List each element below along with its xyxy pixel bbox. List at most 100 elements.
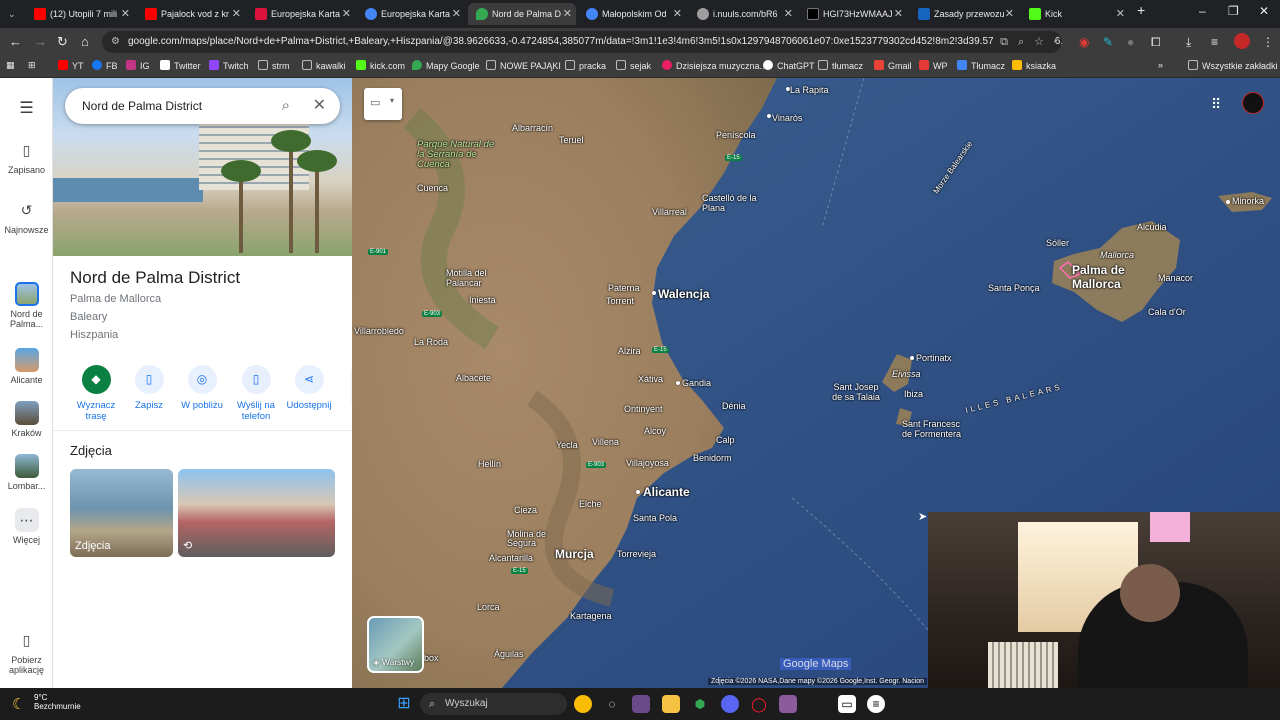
app-icon[interactable] xyxy=(632,695,650,713)
send-to-phone-button[interactable]: ▯ Wyślij na telefon xyxy=(226,365,286,422)
rail-place-nord-de-palma[interactable]: Nord de Palma... xyxy=(0,282,53,329)
tab-search-icon[interactable]: ≡ xyxy=(1211,35,1218,49)
close-tab-icon[interactable]: ✕ xyxy=(563,3,572,25)
browser-tab[interactable]: i.nuuls.com/bR6 ✕ xyxy=(689,3,797,25)
rail-place-krakow[interactable]: Kraków xyxy=(0,401,53,438)
map-label[interactable]: Mallorca xyxy=(1100,250,1134,260)
app-icon[interactable] xyxy=(779,695,797,713)
map-label[interactable]: Alzira xyxy=(618,346,641,356)
browser-tab-active[interactable]: Nord de Palma D ✕ xyxy=(468,3,576,25)
discord-icon[interactable] xyxy=(721,695,739,713)
site-info-icon[interactable]: ⚙ xyxy=(111,31,120,53)
close-tab-icon[interactable]: ✕ xyxy=(673,3,682,25)
windows-start-icon[interactable]: ⊞ xyxy=(395,695,413,713)
rail-place-lombardia[interactable]: Lombar... xyxy=(0,454,53,491)
map-label[interactable]: Lorca xyxy=(477,602,500,612)
close-tab-icon[interactable]: ✕ xyxy=(784,3,793,25)
bookmark-twitter[interactable]: Twitter xyxy=(160,60,201,71)
map-label[interactable]: Sant Josep de sa Talaia xyxy=(830,382,882,402)
download-icon[interactable]: ⤓ xyxy=(1186,35,1191,50)
close-tab-icon[interactable]: ✕ xyxy=(342,3,351,25)
map-label[interactable]: Dénia xyxy=(722,401,746,411)
grid-icon[interactable]: ⊞ xyxy=(28,60,36,71)
map-label[interactable]: Alcúdia xyxy=(1137,222,1167,232)
opera-icon[interactable]: ◯ xyxy=(750,695,768,713)
map-label[interactable]: Benidorm xyxy=(693,453,732,463)
map-label[interactable]: Walencja xyxy=(658,287,710,301)
map-label[interactable]: La Roda xyxy=(414,337,448,347)
home-icon[interactable]: ⌂ xyxy=(81,34,89,49)
map-label[interactable]: Cuenca xyxy=(417,183,448,193)
map-label[interactable]: La Rapita xyxy=(790,85,829,95)
file-explorer-icon[interactable] xyxy=(662,695,680,713)
all-bookmarks-folder[interactable]: Wszystkie zakładki xyxy=(1188,60,1278,71)
bookmark-twitch[interactable]: Twitch xyxy=(209,60,249,71)
extension-icon[interactable]: ● xyxy=(1127,35,1134,49)
obs-icon[interactable]: ◌ xyxy=(603,695,621,713)
map-label[interactable]: Portinatx xyxy=(916,353,952,363)
browser-tab[interactable]: Europejska Karta ✕ xyxy=(247,3,355,25)
map-label[interactable]: Castelló de la Plana xyxy=(702,193,762,213)
map-label[interactable]: Kartagena xyxy=(570,611,612,621)
minimize-icon[interactable]: – xyxy=(1199,4,1206,18)
map-label[interactable]: Elche xyxy=(579,499,602,509)
maps-search-box[interactable]: Nord de Palma District ⌕ ✕ xyxy=(65,88,340,124)
rail-recent[interactable]: ↺ Najnowsze xyxy=(0,198,53,236)
map-label[interactable]: Murcja xyxy=(555,547,594,561)
extensions-puzzle-icon[interactable]: ⧠ xyxy=(1151,35,1161,50)
directions-button[interactable]: ◆ Wyznacz trasę xyxy=(66,365,126,422)
close-tab-icon[interactable]: ✕ xyxy=(1005,3,1014,25)
app-icon-active[interactable]: ▭ xyxy=(838,695,856,713)
bookmark-ig[interactable]: IG xyxy=(126,60,150,71)
map-label[interactable]: Calp xyxy=(716,435,735,445)
close-tab-icon[interactable]: ✕ xyxy=(1116,3,1125,25)
map-label[interactable]: Santa Pola xyxy=(633,513,677,523)
map-label[interactable]: Minorka xyxy=(1232,196,1264,206)
browser-tab[interactable]: Europejska Karta ✕ xyxy=(357,3,465,25)
map-label[interactable]: box xyxy=(424,653,439,663)
profile-avatar[interactable] xyxy=(1234,33,1250,49)
menu-hamburger-icon[interactable]: ☰ xyxy=(0,98,53,118)
map-label[interactable]: Alcoy xyxy=(644,426,666,436)
close-tab-icon[interactable]: ✕ xyxy=(232,3,241,25)
rail-saved[interactable]: ▯ Zapisano xyxy=(0,138,53,176)
map-label[interactable]: Águilas xyxy=(494,649,524,659)
map-filter-button[interactable]: ▭ ▾ xyxy=(364,88,402,120)
account-avatar[interactable] xyxy=(1242,92,1264,114)
browser-tab[interactable]: HGI73HzWMAAJ ✕ xyxy=(799,3,907,25)
browser-tab[interactable]: (12) Utopili 7 mili ✕ xyxy=(26,3,134,25)
map-label[interactable]: Eivissa xyxy=(892,369,921,379)
browser-tab[interactable]: Zasady przewozu ✕ xyxy=(910,3,1018,25)
map-label[interactable]: Parque Natural de la Serranía de Cuenca xyxy=(417,140,497,170)
shield-icon[interactable]: ⬢ xyxy=(691,695,709,713)
map-label[interactable]: Villarrobledo xyxy=(354,326,404,336)
map-label[interactable]: Santa Ponça xyxy=(988,283,1040,293)
map-label[interactable]: Sóller xyxy=(1046,238,1069,248)
map-label[interactable]: Albacete xyxy=(456,373,491,383)
address-bar[interactable]: ⚙ google.com/maps/place/Nord+de+Palma+Di… xyxy=(102,31,1062,53)
chrome-icon[interactable] xyxy=(574,695,592,713)
apps-icon[interactable]: ▦ xyxy=(6,60,15,71)
bookmark-fb[interactable]: FB xyxy=(92,60,118,71)
map-label[interactable]: Ontinyent xyxy=(624,404,663,414)
map-label[interactable]: Alicante xyxy=(643,485,690,499)
map-label[interactable]: Sant Francesc de Formentera xyxy=(902,419,972,439)
bookmark-muzyczna[interactable]: Dzisiejsza muzyczna... xyxy=(662,60,767,71)
street-view-tile[interactable]: ⟲ xyxy=(178,469,335,557)
menu-kebab-icon[interactable]: ⋮ xyxy=(1262,35,1274,49)
map-label[interactable]: Villena xyxy=(592,437,619,447)
map-label[interactable]: Xàtiva xyxy=(638,374,663,384)
bookmark-ksiazka[interactable]: ksiazka xyxy=(1012,60,1056,71)
map-label[interactable]: Peníscola xyxy=(716,130,756,140)
save-button[interactable]: ▯ Zapisz xyxy=(119,365,179,411)
google-apps-icon[interactable]: ⠿ xyxy=(1211,96,1221,113)
get-app-button[interactable]: ▯ Pobierz aplikację xyxy=(0,628,53,676)
back-icon[interactable]: ← xyxy=(9,34,22,49)
photo-tile[interactable]: Zdjęcia xyxy=(70,469,173,557)
map-label[interactable]: Villarreal xyxy=(652,207,687,217)
map-label[interactable]: Gandia xyxy=(682,378,711,388)
weather-widget[interactable]: ☾ 9°C Bezchmurnie xyxy=(12,693,81,713)
bookmark-folder-pracka[interactable]: pracka xyxy=(565,60,606,71)
map-label[interactable]: Alcantarilla xyxy=(489,553,533,563)
close-window-icon[interactable]: ✕ xyxy=(1259,4,1269,18)
